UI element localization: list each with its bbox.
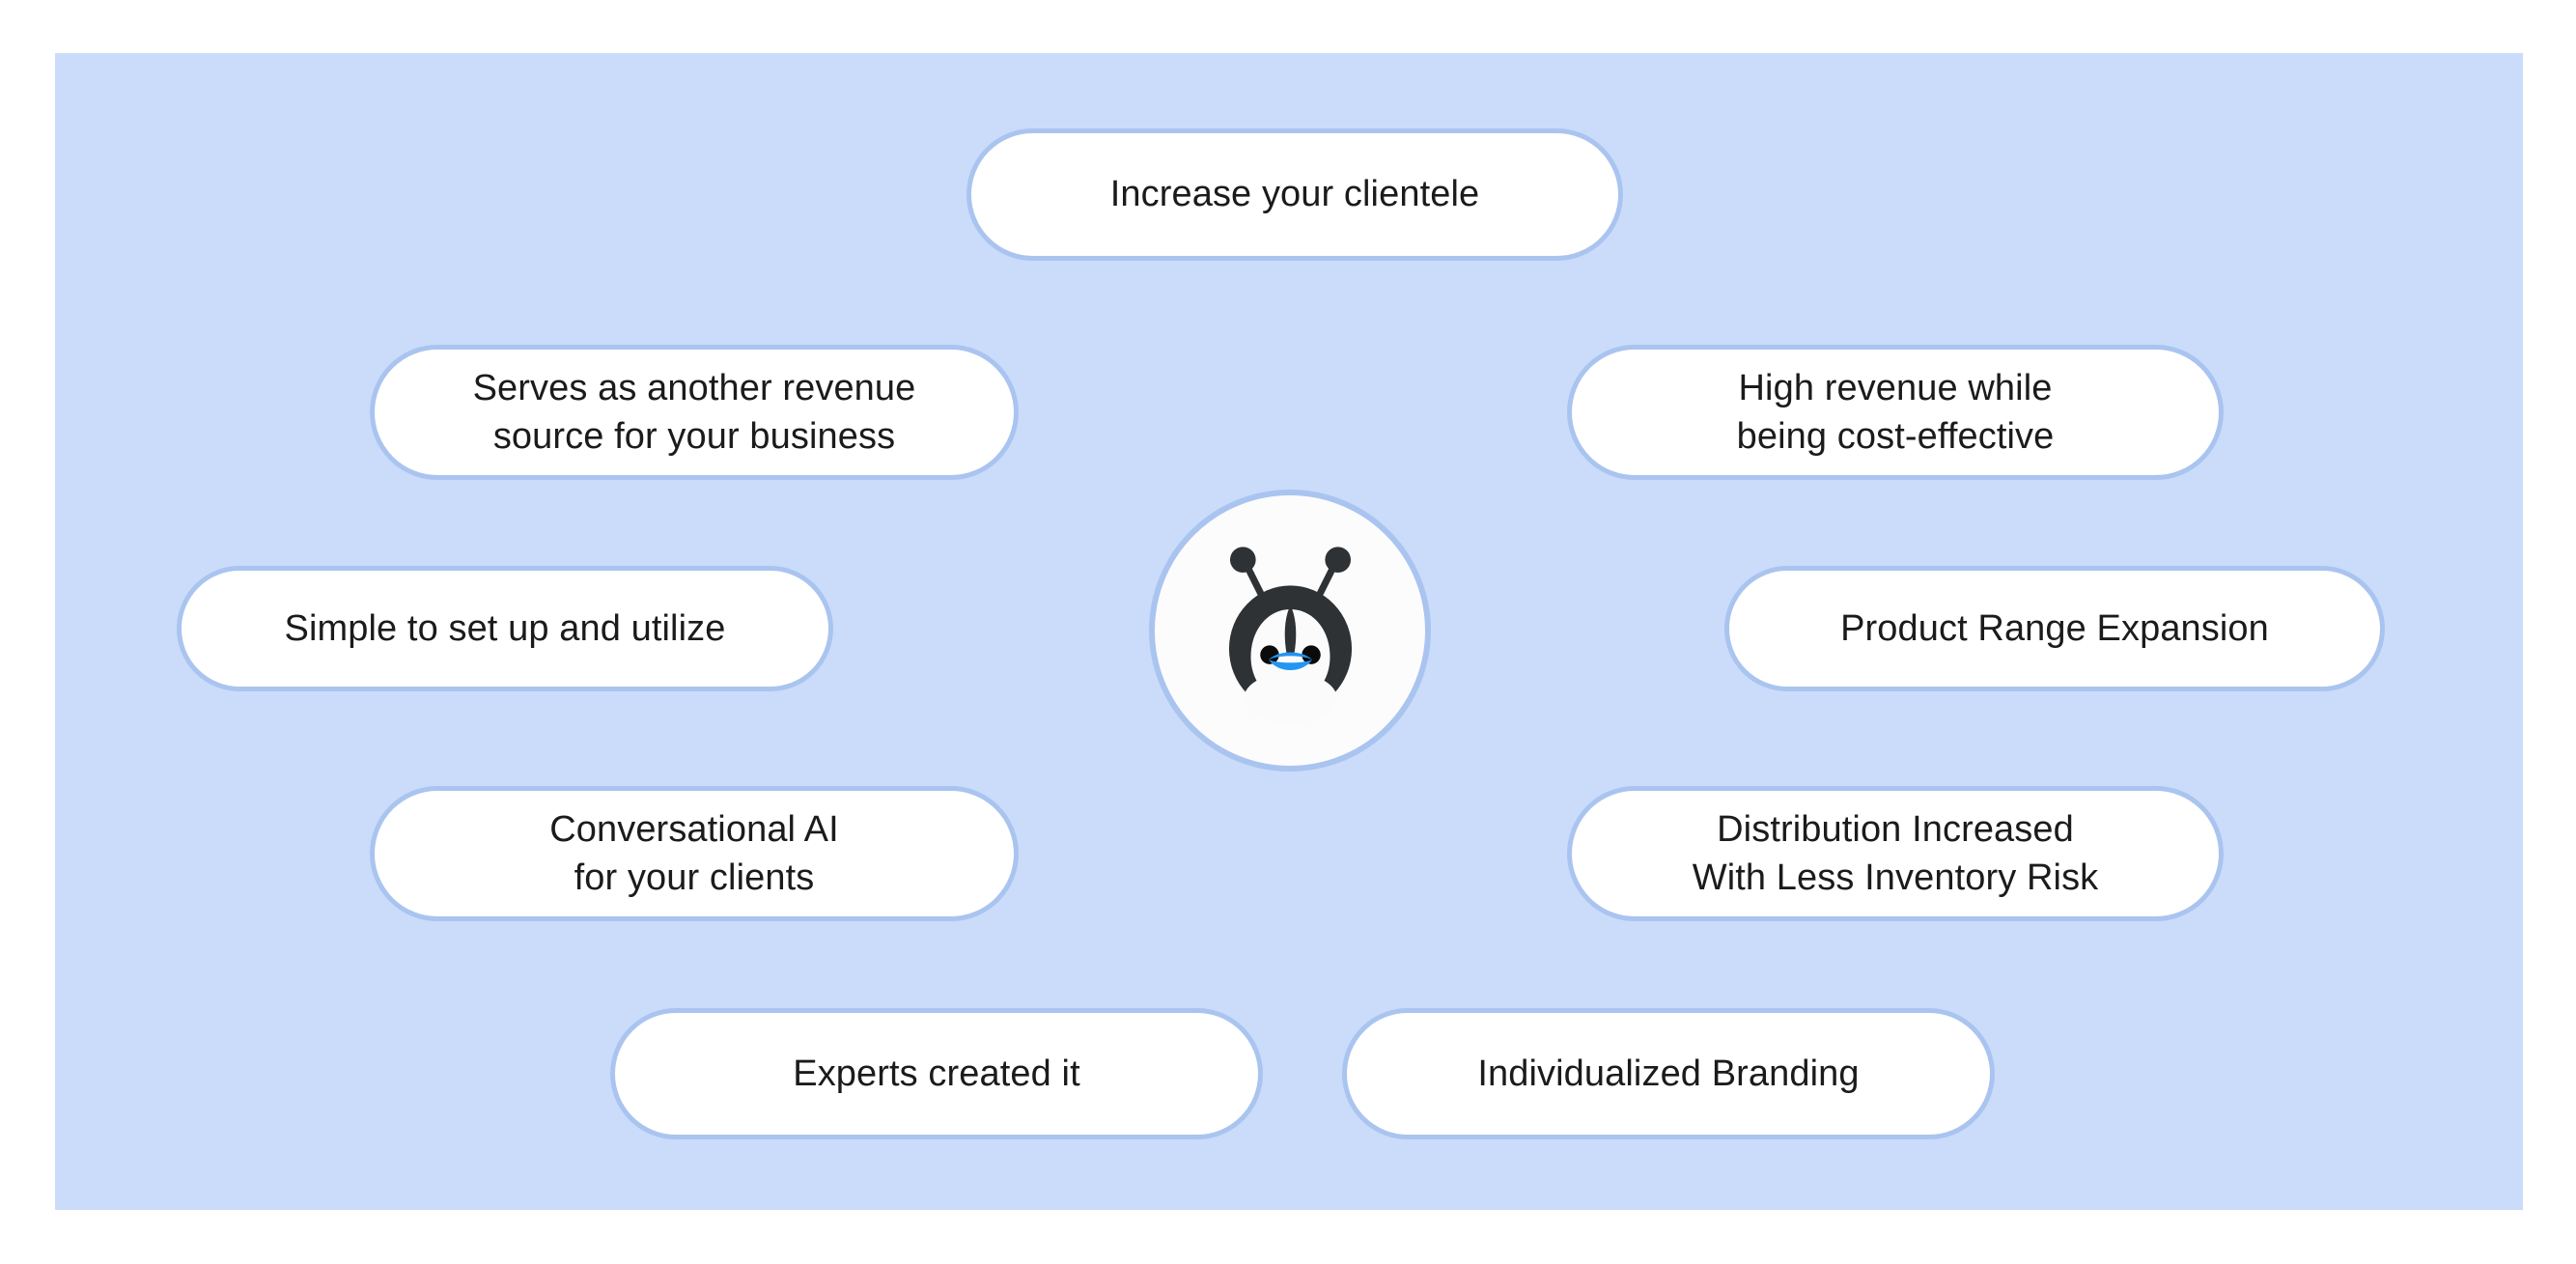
benefit-pill-simple-setup[interactable]: Simple to set up and utilize xyxy=(177,566,833,691)
benefit-pill-another-revenue-source[interactable]: Serves as another revenue source for you… xyxy=(370,345,1019,480)
benefit-pill-product-range-expansion[interactable]: Product Range Expansion xyxy=(1724,566,2385,691)
benefit-pill-conversational-ai[interactable]: Conversational AI for your clients xyxy=(370,786,1019,921)
benefit-pill-increase-clientele[interactable]: Increase your clientele xyxy=(966,128,1623,261)
diagram-canvas: Increase your clientele Serves as anothe… xyxy=(0,0,2576,1264)
penguin-bot-mascot-icon xyxy=(1228,546,1352,724)
benefit-pill-distribution-increased[interactable]: Distribution Increased With Less Invento… xyxy=(1567,786,2224,921)
mascot-badge xyxy=(1149,490,1431,772)
benefit-pill-experts-created-it[interactable]: Experts created it xyxy=(610,1008,1263,1139)
benefit-pill-individualized-branding[interactable]: Individualized Branding xyxy=(1342,1008,1995,1139)
benefit-pill-high-revenue-cost-effective[interactable]: High revenue while being cost-effective xyxy=(1567,345,2224,480)
